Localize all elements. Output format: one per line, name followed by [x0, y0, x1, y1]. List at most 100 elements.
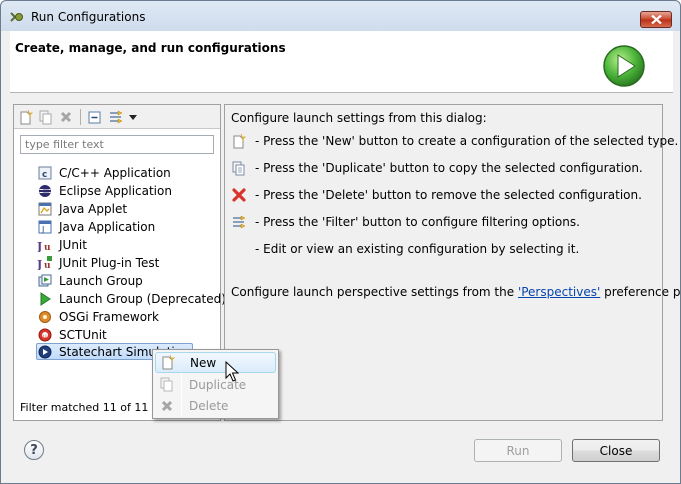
tree-item-java-applet[interactable]: Java Applet	[37, 200, 127, 217]
dialog-body: c C/C++ Application Eclipse Application …	[10, 94, 680, 424]
sctunit-icon: u	[37, 327, 53, 343]
help-icon: ?	[30, 442, 38, 458]
collapse-all-icon	[88, 111, 100, 123]
delete-icon	[60, 111, 72, 123]
info-line-edit: - Edit or view an existing configuration…	[231, 241, 579, 257]
info-line-text: - Press the 'Delete' button to remove th…	[255, 188, 642, 202]
close-button[interactable]: Close	[572, 439, 660, 462]
tree-item-junit-plugin-test[interactable]: Ju JUnit Plug-in Test	[37, 254, 159, 271]
duplicate-icon	[39, 110, 52, 124]
new-config-icon	[160, 355, 176, 371]
run-configurations-dialog: Run Configurations Create, manage, and r…	[0, 0, 681, 484]
info-line-text: - Press the 'New' button to create a con…	[255, 134, 679, 148]
info-intro-text: Configure launch settings from this dial…	[231, 111, 487, 125]
mouse-pointer-icon	[225, 361, 239, 382]
context-menu-duplicate[interactable]: Duplicate	[155, 374, 276, 395]
info-panel: Configure launch settings from this dial…	[224, 104, 680, 421]
info-line-new: - Press the 'New' button to create a con…	[231, 133, 678, 149]
menu-item-label: New	[190, 355, 217, 370]
toolbar-separator	[80, 109, 81, 125]
duplicate-icon	[231, 160, 247, 176]
svg-text:u: u	[43, 333, 47, 340]
filter-icon	[231, 214, 247, 230]
applet-icon	[37, 201, 53, 217]
new-config-icon	[20, 109, 33, 124]
tree-item-label: C/C++ Application	[59, 165, 171, 180]
collapse-all-button[interactable]	[85, 108, 103, 126]
eclipse-run-config-icon	[10, 12, 23, 22]
close-button-label: Close	[599, 443, 633, 458]
tree-item-label: OSGi Framework	[59, 309, 159, 324]
tree-item-label: Eclipse Application	[59, 183, 172, 198]
run-button-label: Run	[506, 443, 530, 458]
filter-icon	[109, 110, 123, 123]
statechart-icon	[37, 344, 53, 360]
eclipse-icon	[37, 183, 53, 199]
tree-item-sctunit[interactable]: u SCTUnit	[37, 326, 107, 343]
dropdown-arrow-icon	[129, 114, 137, 120]
context-menu-delete[interactable]: Delete	[155, 395, 276, 416]
new-config-button[interactable]	[17, 108, 35, 126]
blank-icon	[231, 241, 247, 257]
filter-button[interactable]	[107, 108, 125, 126]
tree-item-label: SCTUnit	[59, 327, 107, 342]
svg-text:J: J	[37, 258, 42, 270]
dialog-footer: ? Run Close	[10, 424, 673, 476]
close-icon	[651, 15, 662, 24]
tree-toolbar	[14, 105, 220, 129]
svg-text:c: c	[42, 170, 47, 180]
tree-item-junit[interactable]: Ju JUnit	[37, 236, 87, 253]
java-app-icon: J	[37, 219, 53, 235]
run-arrow-icon	[37, 291, 53, 307]
perspective-suffix: preference page.	[604, 285, 681, 299]
menu-item-label: Delete	[189, 398, 229, 413]
context-menu-new[interactable]: New	[155, 352, 276, 373]
close-window-button[interactable]	[640, 11, 672, 28]
perspectives-link[interactable]: 'Perspectives'	[518, 285, 600, 299]
info-line-duplicate: - Press the 'Duplicate' button to copy t…	[231, 160, 643, 176]
tree-item-label: JUnit Plug-in Test	[59, 255, 160, 270]
perspective-prefix: Configure launch perspective settings fr…	[231, 285, 518, 299]
delete-icon	[159, 398, 175, 414]
delete-icon	[231, 187, 247, 203]
context-menu: New Duplicate Delete	[152, 349, 279, 419]
svg-text:J: J	[37, 240, 42, 252]
junit-icon: Ju	[37, 237, 53, 253]
duplicate-icon	[159, 377, 175, 393]
info-line-filter: - Press the 'Filter' button to configure…	[231, 214, 580, 230]
delete-button[interactable]	[57, 108, 75, 126]
tree-item-label: Java Application	[59, 219, 156, 234]
c-app-icon: c	[37, 165, 53, 181]
tree-item-eclipse-application[interactable]: Eclipse Application	[37, 182, 172, 199]
header-title: Create, manage, and run configurations	[15, 41, 286, 55]
info-intro: Configure launch settings from this dial…	[231, 111, 487, 125]
filter-match-status: Filter matched 11 of 11 ite	[20, 401, 166, 414]
tree-item-label: Launch Group (Deprecated)	[59, 291, 226, 306]
svg-text:u: u	[44, 261, 51, 270]
tree-item-c-cpp-application[interactable]: c C/C++ Application	[37, 164, 171, 181]
junit-plugin-icon: Ju	[37, 255, 53, 271]
tree-item-launch-group-deprecated[interactable]: Launch Group (Deprecated)	[37, 290, 226, 307]
osgi-icon	[37, 309, 53, 325]
duplicate-button[interactable]	[37, 108, 55, 126]
tree-item-java-application[interactable]: J Java Application	[37, 218, 155, 235]
tree-item-osgi-framework[interactable]: OSGi Framework	[37, 308, 159, 325]
new-config-icon	[231, 133, 247, 149]
info-perspective-line: Configure launch perspective settings fr…	[231, 285, 681, 299]
tree-item-launch-group[interactable]: Launch Group	[37, 272, 143, 289]
tree-item-label: JUnit	[59, 237, 87, 252]
filter-input[interactable]	[20, 135, 214, 154]
dialog-header: Create, manage, and run configurations	[10, 31, 673, 93]
info-line-text: - Press the 'Duplicate' button to copy t…	[255, 161, 643, 175]
svg-text:u: u	[44, 243, 51, 252]
tree-item-label: Launch Group	[59, 273, 143, 288]
run-badge-icon	[603, 45, 645, 87]
help-button[interactable]: ?	[24, 440, 44, 460]
window-title: Run Configurations	[31, 10, 146, 24]
run-button[interactable]: Run	[474, 439, 562, 462]
info-line-text: - Edit or view an existing configuration…	[255, 242, 580, 256]
filter-dropdown-button[interactable]	[124, 108, 142, 126]
tree-item-label: Java Applet	[59, 201, 128, 216]
launch-group-icon	[37, 273, 53, 289]
title-bar[interactable]: Run Configurations	[1, 1, 680, 31]
